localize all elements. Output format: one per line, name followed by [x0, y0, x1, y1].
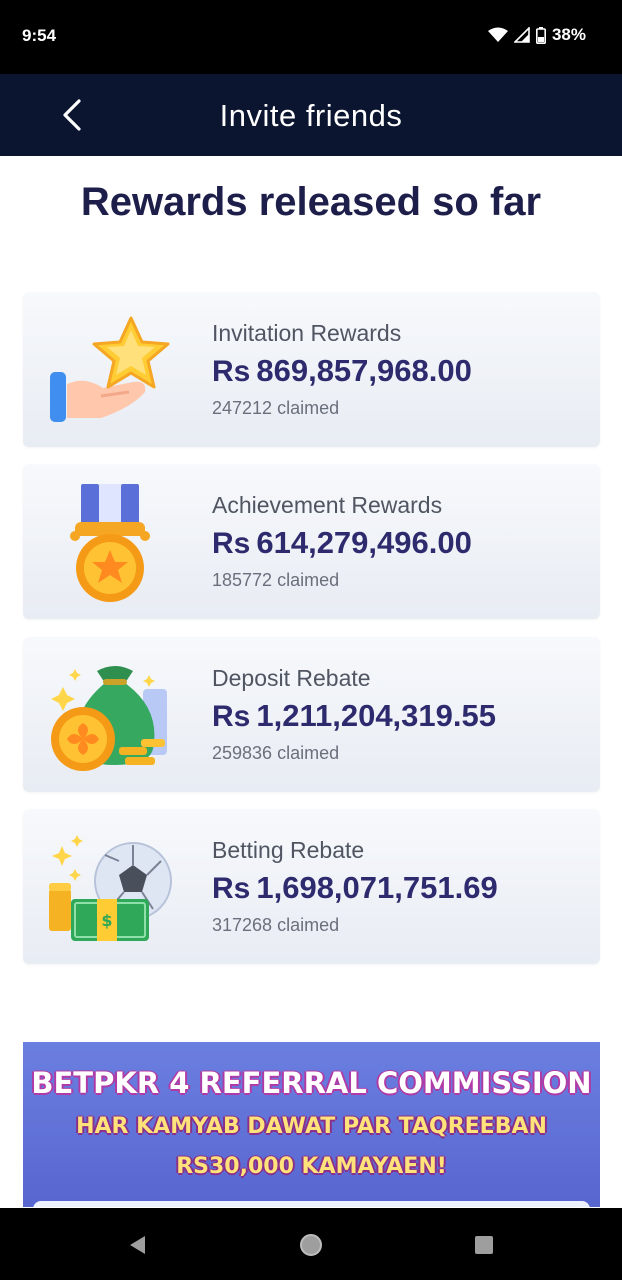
card-title: Deposit Rebate: [212, 665, 371, 691]
card-amount: Rs 1,698,071,751.69: [212, 870, 498, 906]
reward-card-invitation: Invitation Rewards Rs 869,857,968.00 2472…: [23, 292, 600, 447]
card-amount: Rs 614,279,496.00: [212, 525, 472, 561]
nav-home-button[interactable]: [296, 1230, 326, 1260]
reward-card-achievement: Achievement Rewards Rs 614,279,496.00 185…: [23, 464, 600, 619]
currency-label: Rs: [212, 355, 251, 388]
app-header: Invite friends: [0, 74, 622, 156]
claimed-count: 317268 claimed: [212, 915, 340, 935]
system-nav-bar: [0, 1208, 622, 1280]
battery-icon: [535, 26, 546, 44]
football-cash-icon: $: [49, 835, 172, 941]
status-time: 9:54: [22, 26, 57, 45]
amount-value: 1,211,204,319.55: [256, 698, 496, 733]
reward-card-betting: $ Betting Rebate Rs 1,698,071,751.69 3172…: [23, 809, 600, 964]
card-title: Betting Rebate: [212, 837, 365, 863]
amount-value: 1,698,071,751.69: [256, 870, 498, 905]
square-recents-icon: [475, 1236, 493, 1254]
currency-label: Rs: [212, 700, 251, 733]
amount-value: 869,857,968.00: [256, 353, 472, 388]
currency-label: Rs: [212, 527, 251, 560]
reward-card-deposit: Deposit Rebate Rs 1,211,204,319.55 259836…: [23, 637, 600, 792]
hand-star-icon: [50, 316, 170, 422]
card-amount: Rs 1,211,204,319.55: [212, 698, 496, 734]
rewards-heading: Rewards released so far: [80, 180, 542, 224]
nav-recents-button[interactable]: [469, 1230, 499, 1260]
banner-headline: BETPKR 4 REFERRAL COMMISSION: [31, 1066, 592, 1100]
cell-signal-icon: [513, 27, 530, 43]
money-bag-icon: [51, 666, 167, 771]
banner-reward-text: RS30,000 KAMAYAEN!: [176, 1154, 447, 1179]
claimed-count: 259836 claimed: [212, 743, 340, 763]
card-amount: Rs 869,857,968.00: [212, 353, 472, 389]
currency-label: Rs: [212, 872, 251, 905]
wifi-icon: [487, 27, 508, 42]
battery-percent: 38%: [551, 25, 586, 44]
banner-subline: HAR KAMYAB DAWAT PAR TAQREEBAN: [76, 1114, 547, 1139]
claimed-count: 247212 claimed: [212, 398, 340, 418]
referral-promo-banner[interactable]: BETPKR 4 REFERRAL COMMISSION HAR KAMYAB …: [23, 1042, 600, 1207]
amount-value: 614,279,496.00: [256, 525, 472, 560]
claimed-count: 185772 claimed: [212, 570, 340, 590]
medal-icon: [70, 484, 150, 602]
status-icons: 38%: [487, 25, 586, 45]
status-bar: 9:54 38%: [0, 0, 622, 74]
card-title: Invitation Rewards: [212, 320, 402, 346]
card-title: Achievement Rewards: [212, 492, 443, 518]
banner-glow: [33, 1201, 590, 1207]
svg-text:$: $: [101, 911, 112, 930]
nav-back-button[interactable]: [122, 1230, 152, 1260]
page-title: Invite friends: [219, 98, 403, 133]
triangle-back-icon: [130, 1236, 145, 1254]
circle-home-icon: [300, 1234, 322, 1256]
